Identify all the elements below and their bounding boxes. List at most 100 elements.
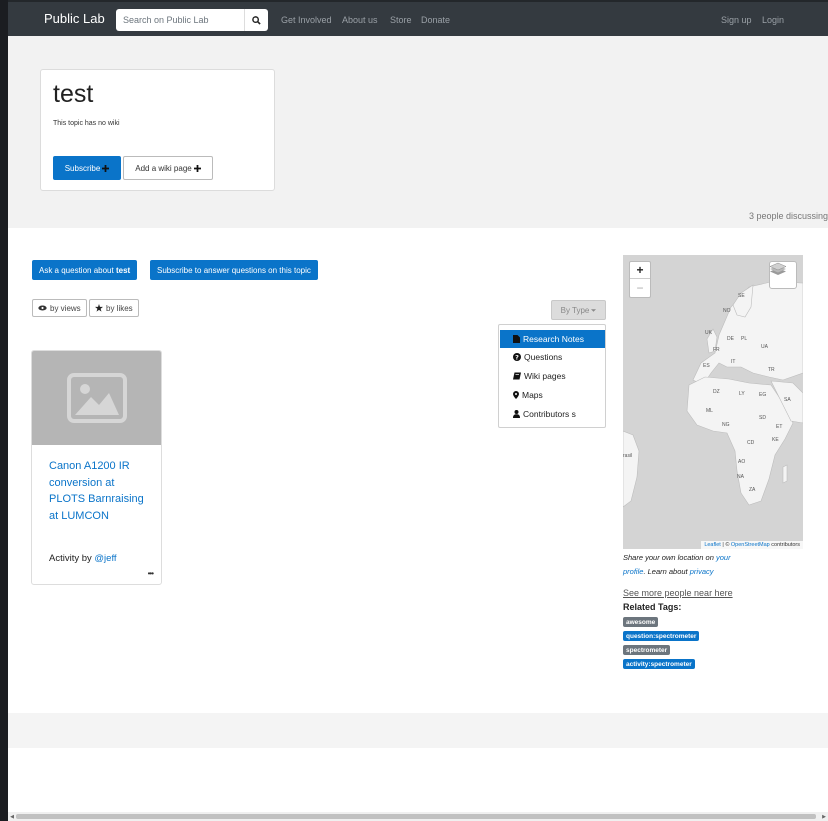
menu-item-contributors[interactable]: Contributors s xyxy=(500,405,605,423)
scroll-right-arrow-icon[interactable]: ▶ xyxy=(820,812,828,821)
zoom-control: + − xyxy=(629,261,651,298)
image-placeholder-icon xyxy=(66,373,127,423)
people-map[interactable]: SE NO UK DE PL FR UA IT ES TR DZ LY EG S… xyxy=(623,255,803,549)
menu-item-questions[interactable]: ? Questions xyxy=(500,348,605,366)
share-middle: . Learn about xyxy=(643,567,690,576)
plus-icon xyxy=(193,164,201,172)
ask-question-prefix: Ask a question about xyxy=(39,265,116,275)
map-label: SA xyxy=(784,397,791,403)
top-navbar: Public Lab Get Involved About us Store D… xyxy=(8,0,828,36)
add-wiki-label: Add a wiki page xyxy=(135,163,192,173)
author-link[interactable]: @jeff xyxy=(94,553,116,564)
search-box xyxy=(116,9,268,31)
ask-question-topic: test xyxy=(115,265,131,275)
type-filter-dropdown[interactable]: By Type xyxy=(551,300,606,320)
sort-by-views-button[interactable]: by views xyxy=(32,299,87,317)
scroll-left-arrow-icon[interactable]: ◀ xyxy=(8,812,16,821)
map-label: ML xyxy=(706,408,713,414)
menu-item-label: Wiki pages xyxy=(524,371,566,381)
see-more-people-link[interactable]: See more people near here xyxy=(623,588,733,598)
note-title[interactable]: Canon A1200 IR conversion at PLOTS Barnr… xyxy=(49,458,149,524)
map-label: rasil xyxy=(623,453,633,459)
brand-logo[interactable]: Public Lab xyxy=(44,11,105,26)
map-label: UA xyxy=(761,344,768,350)
sort-by-likes-label: by likes xyxy=(106,303,133,313)
add-wiki-page-button[interactable]: Add a wiki page xyxy=(123,156,213,180)
eye-icon xyxy=(38,305,47,311)
note-thumbnail[interactable] xyxy=(32,351,161,445)
map-label: NG xyxy=(722,422,730,428)
file-icon xyxy=(513,335,520,343)
research-note-card: Canon A1200 IR conversion at PLOTS Barnr… xyxy=(31,350,162,585)
menu-item-label: Questions xyxy=(524,352,563,362)
page-title: test xyxy=(53,80,94,108)
attribution-separator: | © xyxy=(720,542,731,548)
map-label: CD xyxy=(747,440,755,446)
tag-question-spectrometer[interactable]: question:spectrometer xyxy=(623,631,700,641)
star-icon xyxy=(95,304,103,312)
nav-get-involved[interactable]: Get Involved xyxy=(281,15,332,25)
svg-text:?: ? xyxy=(515,353,519,361)
map-label: TR xyxy=(768,367,775,373)
search-icon xyxy=(252,15,261,25)
tag-spectrometer[interactable]: spectrometer xyxy=(623,645,671,655)
zoom-out-button[interactable]: − xyxy=(630,279,650,297)
nav-store[interactable]: Store xyxy=(390,15,412,25)
topic-header: test This topic has no wiki Subscribe Ad… xyxy=(8,36,828,228)
map-label: DZ xyxy=(713,389,720,395)
nav-about-us[interactable]: About us xyxy=(342,15,378,25)
nav-donate[interactable]: Donate xyxy=(421,15,450,25)
subscribe-answer-button[interactable]: Subscribe to answer questions on this to… xyxy=(150,260,318,280)
layers-icon xyxy=(770,262,786,275)
ask-question-button[interactable]: Ask a question about test xyxy=(32,260,138,280)
sort-by-likes-button[interactable]: by likes xyxy=(89,299,139,317)
subscribe-label: Subscribe xyxy=(64,163,101,173)
search-input[interactable] xyxy=(116,9,244,31)
menu-item-label: Maps xyxy=(522,390,543,400)
nav-sign-up[interactable]: Sign up xyxy=(721,15,752,25)
activity-prefix: Activity by xyxy=(49,553,95,564)
map-attribution: Leaflet | © OpenStreetMap contributors xyxy=(701,541,803,549)
zoom-in-button[interactable]: + xyxy=(630,262,650,279)
type-filter-menu: Research Notes ? Questions Wiki pages Ma… xyxy=(498,324,606,428)
layers-button[interactable] xyxy=(769,261,797,289)
attribution-suffix: contributors xyxy=(769,542,800,548)
share-prefix: Share your own location on xyxy=(623,553,716,562)
menu-item-research-notes[interactable]: Research Notes xyxy=(500,330,605,348)
map-tiles xyxy=(623,255,803,549)
map-marker-icon xyxy=(513,391,519,399)
menu-item-label: Research Notes xyxy=(523,334,584,344)
topic-subtitle: This topic has no wiki xyxy=(53,120,120,127)
share-location-text: Share your own location on your profile.… xyxy=(623,551,805,579)
nav-login[interactable]: Login xyxy=(762,15,784,25)
tag-awesome[interactable]: awesome xyxy=(623,617,659,627)
plus-icon xyxy=(102,164,110,172)
sort-by-views-label: by views xyxy=(50,303,81,313)
subscribe-button[interactable]: Subscribe xyxy=(53,156,121,180)
window-left-edge xyxy=(0,0,8,821)
question-circle-icon: ? xyxy=(513,353,521,361)
map-label: ET xyxy=(776,424,783,430)
horizontal-scrollbar[interactable]: ◀ ▶ xyxy=(8,812,828,821)
menu-item-maps[interactable]: Maps xyxy=(500,386,605,404)
map-label: ES xyxy=(703,363,710,369)
map-label: AO xyxy=(738,459,746,465)
map-label: SD xyxy=(759,415,766,421)
map-label: DE xyxy=(727,336,734,342)
search-button[interactable] xyxy=(244,9,268,31)
map-label: ZA xyxy=(749,487,756,493)
menu-item-wiki-pages[interactable]: Wiki pages xyxy=(500,367,605,385)
user-icon xyxy=(513,410,520,418)
caret-down-icon xyxy=(591,308,597,312)
footer xyxy=(8,713,828,748)
scrollbar-thumb[interactable] xyxy=(16,814,816,819)
map-label: NO xyxy=(723,308,731,314)
map-label: UK xyxy=(705,330,712,336)
leaflet-link[interactable]: Leaflet xyxy=(704,542,721,548)
more-options-icon[interactable]: ••• xyxy=(148,569,154,578)
tag-activity-spectrometer[interactable]: activity:spectrometer xyxy=(623,659,695,669)
osm-link[interactable]: OpenStreetMap xyxy=(731,542,770,548)
map-label: NA xyxy=(737,474,744,480)
privacy-link[interactable]: privacy xyxy=(690,567,714,576)
map-label: KE xyxy=(772,437,779,443)
